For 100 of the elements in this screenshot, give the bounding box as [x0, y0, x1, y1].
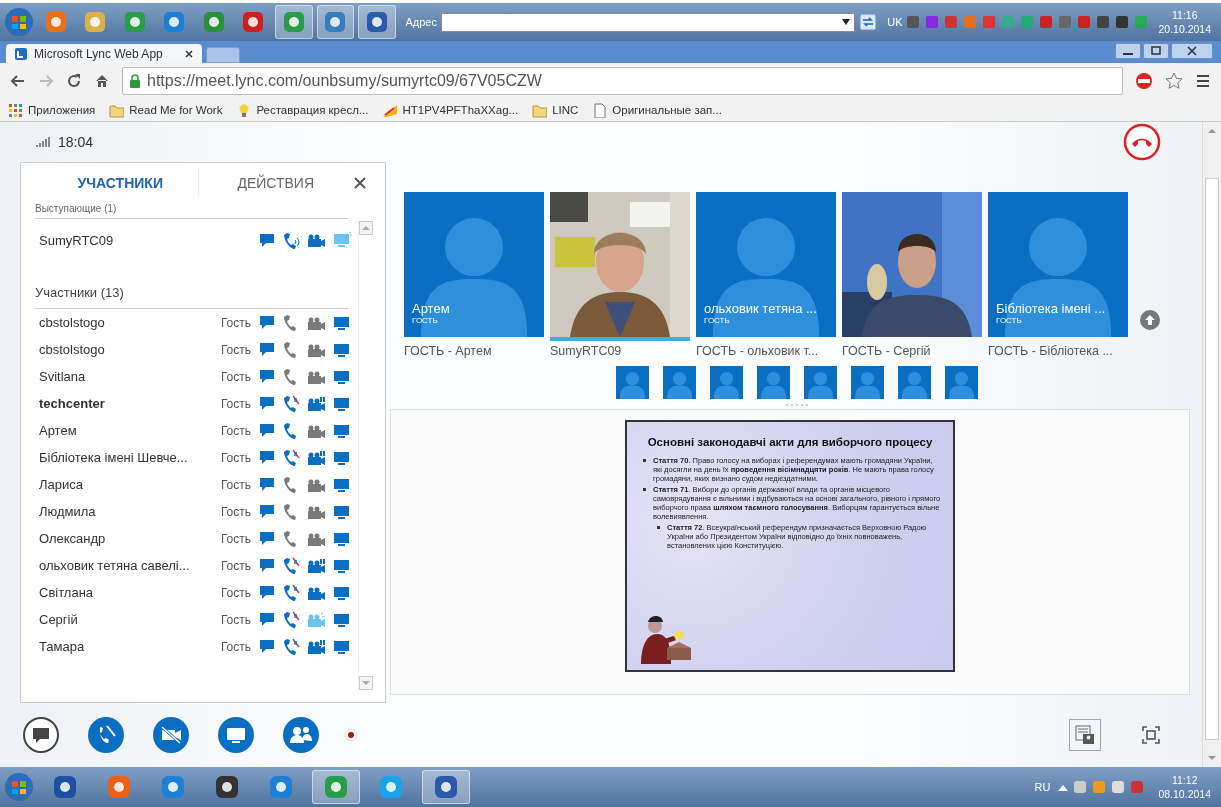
chat-icon[interactable] [259, 423, 275, 438]
clock[interactable]: 11:12 08.10.2014 [1152, 773, 1217, 801]
muted-phone-icon[interactable] [282, 557, 300, 574]
participant-name[interactable]: Олександр [39, 531, 217, 546]
extension-icon[interactable] [1135, 72, 1153, 90]
resize-handle[interactable] [785, 403, 809, 407]
scroll-up-button[interactable] [1140, 310, 1160, 330]
language-indicator[interactable]: RU [1034, 781, 1051, 793]
app-icon[interactable] [241, 10, 266, 34]
monitor-icon[interactable] [333, 503, 352, 520]
bookmark[interactable]: Read Me for Work [109, 102, 223, 118]
monitor-icon[interactable] [333, 449, 352, 466]
tray-icon[interactable] [1115, 15, 1130, 29]
bookmark[interactable]: Реставрация кресл... [236, 102, 369, 118]
minimize-icon[interactable] [1115, 43, 1141, 59]
monitor-icon[interactable] [333, 395, 352, 412]
chat-icon[interactable] [259, 504, 275, 519]
browser-tab[interactable]: Microsoft Lync Web App [6, 44, 202, 63]
participant-name[interactable]: Тамара [39, 639, 217, 654]
chat-icon[interactable] [259, 450, 275, 465]
start-button[interactable] [4, 7, 34, 37]
close-icon[interactable] [1171, 43, 1213, 59]
monitor-icon[interactable] [333, 476, 352, 493]
address-field[interactable] [441, 12, 856, 32]
record-icon[interactable] [343, 727, 359, 743]
app-icon[interactable] [433, 774, 459, 800]
tray-icon[interactable] [1111, 780, 1126, 794]
dropdown-icon[interactable] [842, 19, 851, 25]
present-button[interactable] [217, 716, 255, 754]
language-indicator[interactable]: UK [887, 16, 903, 28]
chat-icon[interactable] [259, 369, 275, 384]
close-icon[interactable] [184, 48, 194, 59]
bookmark[interactable]: LINC [532, 102, 579, 118]
clock[interactable]: 11:16 20.10.2014 [1152, 8, 1218, 36]
start-button[interactable] [4, 772, 34, 802]
participant-name[interactable]: Svitlana [39, 369, 217, 384]
chat-icon[interactable] [259, 639, 275, 654]
chat-icon[interactable] [259, 531, 275, 546]
address-bar[interactable]: https://meet.lync.com/ounbsumy/sumyrtc09/67V05CZW [122, 67, 1123, 95]
go-icon[interactable] [859, 13, 878, 31]
participant-name[interactable]: Світлана [39, 585, 217, 600]
people-button[interactable] [282, 716, 320, 754]
menu-icon[interactable] [1195, 73, 1211, 89]
monitor-icon[interactable] [333, 611, 352, 628]
panel-tab[interactable]: УЧАСТНИКИ [43, 169, 199, 197]
maximize-icon[interactable] [1143, 43, 1169, 59]
app-icon[interactable] [52, 774, 78, 800]
chat-icon[interactable] [259, 396, 275, 411]
monitor-icon[interactable] [333, 368, 352, 385]
camera-icon[interactable] [307, 449, 326, 466]
participant-name[interactable]: Лариса [39, 477, 217, 492]
participant-name[interactable]: ольховик тетяна савелі... [39, 558, 217, 573]
monitor-icon[interactable] [333, 638, 352, 655]
app-icon[interactable] [364, 10, 389, 34]
participant-name[interactable]: techcenter [39, 396, 217, 411]
monitor-icon[interactable] [333, 584, 352, 601]
muted-phone-icon[interactable] [282, 611, 300, 628]
scroll-thumb[interactable] [1205, 178, 1219, 740]
scrollbar[interactable] [1202, 122, 1221, 767]
chat-icon[interactable] [259, 585, 275, 600]
muted-phone-icon[interactable] [282, 449, 300, 466]
chat-icon[interactable] [259, 612, 275, 627]
fullscreen-icon[interactable] [1140, 724, 1162, 746]
chat-icon[interactable] [259, 315, 275, 330]
back-icon[interactable] [10, 73, 26, 89]
app-icon[interactable] [214, 774, 240, 800]
monitor-icon[interactable] [333, 557, 352, 574]
bookmark[interactable]: HT1PV4PFThaXXag... [382, 102, 519, 118]
camera-icon[interactable] [307, 395, 326, 412]
monitor-icon[interactable] [333, 530, 352, 547]
camera-icon[interactable] [307, 557, 326, 574]
chat-icon[interactable] [259, 477, 275, 492]
chat-button[interactable] [22, 716, 60, 754]
monitor-icon[interactable] [333, 422, 352, 439]
tray-icon[interactable] [1073, 780, 1088, 794]
camera-button[interactable] [152, 716, 190, 754]
hang-up-button[interactable] [1122, 122, 1162, 162]
participant-name[interactable]: Артем [39, 423, 217, 438]
home-icon[interactable] [94, 73, 110, 89]
participant-name[interactable]: cbstolstogo [39, 342, 217, 357]
tray-icon[interactable] [1096, 15, 1111, 29]
participant-name[interactable]: cbstolstogo [39, 315, 217, 330]
camera-icon[interactable] [307, 638, 326, 655]
muted-phone-icon[interactable] [282, 638, 300, 655]
panel-tab[interactable]: ДЕЙСТВИЯ [198, 169, 353, 197]
participant-name[interactable]: SumyRTC09 [39, 232, 251, 248]
chat-icon[interactable] [259, 342, 275, 357]
close-icon[interactable] [353, 176, 367, 190]
layout-button[interactable] [1069, 719, 1101, 751]
participant-name[interactable]: Людмила [39, 504, 217, 519]
phone-sound-icon[interactable] [282, 231, 300, 249]
bookmark[interactable]: Приложения [8, 102, 96, 118]
muted-phone-icon[interactable] [282, 395, 300, 412]
star-icon[interactable] [1165, 72, 1183, 90]
reload-icon[interactable] [66, 73, 82, 89]
camera-icon[interactable] [307, 232, 326, 248]
participant-name[interactable]: Бібліотека імені Шевче... [39, 450, 217, 465]
chat-icon[interactable] [259, 232, 275, 248]
chat-icon[interactable] [259, 558, 275, 573]
mute-button[interactable] [87, 716, 125, 754]
